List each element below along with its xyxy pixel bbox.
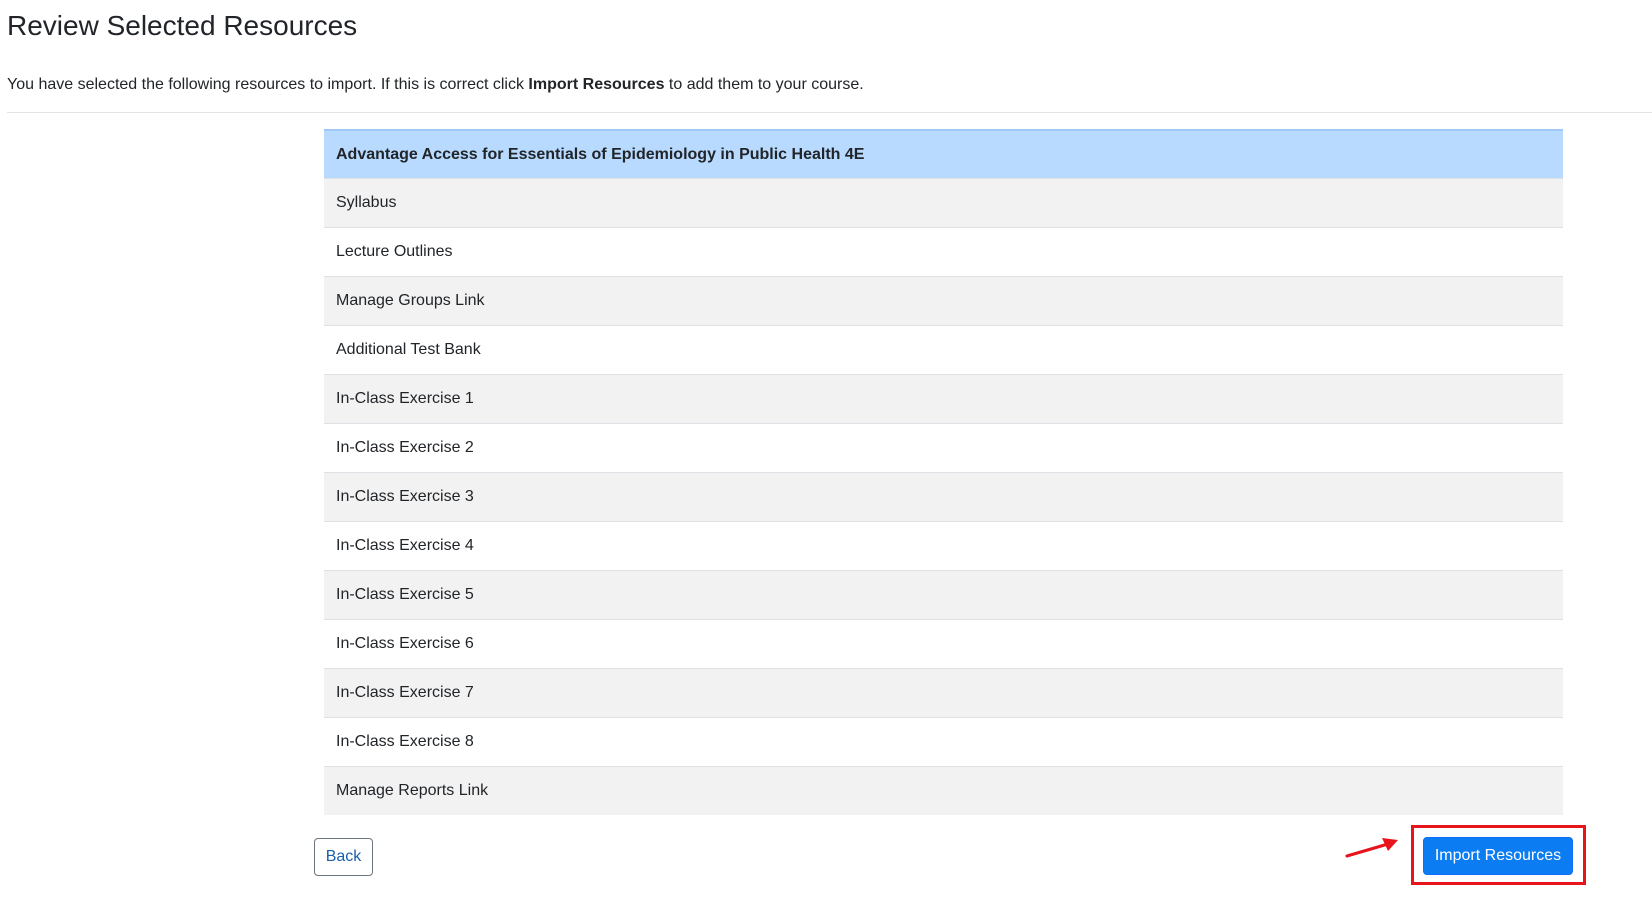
instructions-bold: Import Resources (528, 76, 665, 93)
resource-item: In-Class Exercise 6 (324, 619, 1563, 668)
resource-item: In-Class Exercise 3 (324, 472, 1563, 521)
resource-item: In-Class Exercise 5 (324, 570, 1563, 619)
instructions-before: You have selected the following resource… (7, 76, 529, 93)
resource-item: In-Class Exercise 4 (324, 521, 1563, 570)
resource-item: In-Class Exercise 2 (324, 423, 1563, 472)
review-page: Review Selected Resources You have selec… (0, 0, 1652, 898)
resource-item: In-Class Exercise 8 (324, 717, 1563, 766)
resource-item: Syllabus (324, 178, 1563, 227)
resource-item: Manage Groups Link (324, 276, 1563, 325)
instructions-after: to add them to your course. (664, 76, 864, 93)
instructions-text: You have selected the following resource… (7, 74, 864, 96)
page-title: Review Selected Resources (7, 10, 358, 41)
resource-list: Advantage Access for Essentials of Epide… (324, 129, 1563, 815)
red-arrow-icon (1345, 838, 1398, 858)
resource-item: Additional Test Bank (324, 325, 1563, 374)
resource-item: Lecture Outlines (324, 227, 1563, 276)
divider (7, 112, 1652, 113)
resource-list-header: Advantage Access for Essentials of Epide… (324, 129, 1563, 178)
resource-item: Manage Reports Link (324, 766, 1563, 815)
resource-item: In-Class Exercise 7 (324, 668, 1563, 717)
back-button[interactable]: Back (314, 838, 373, 876)
resource-item: In-Class Exercise 1 (324, 374, 1563, 423)
import-resources-button[interactable]: Import Resources (1423, 837, 1573, 875)
